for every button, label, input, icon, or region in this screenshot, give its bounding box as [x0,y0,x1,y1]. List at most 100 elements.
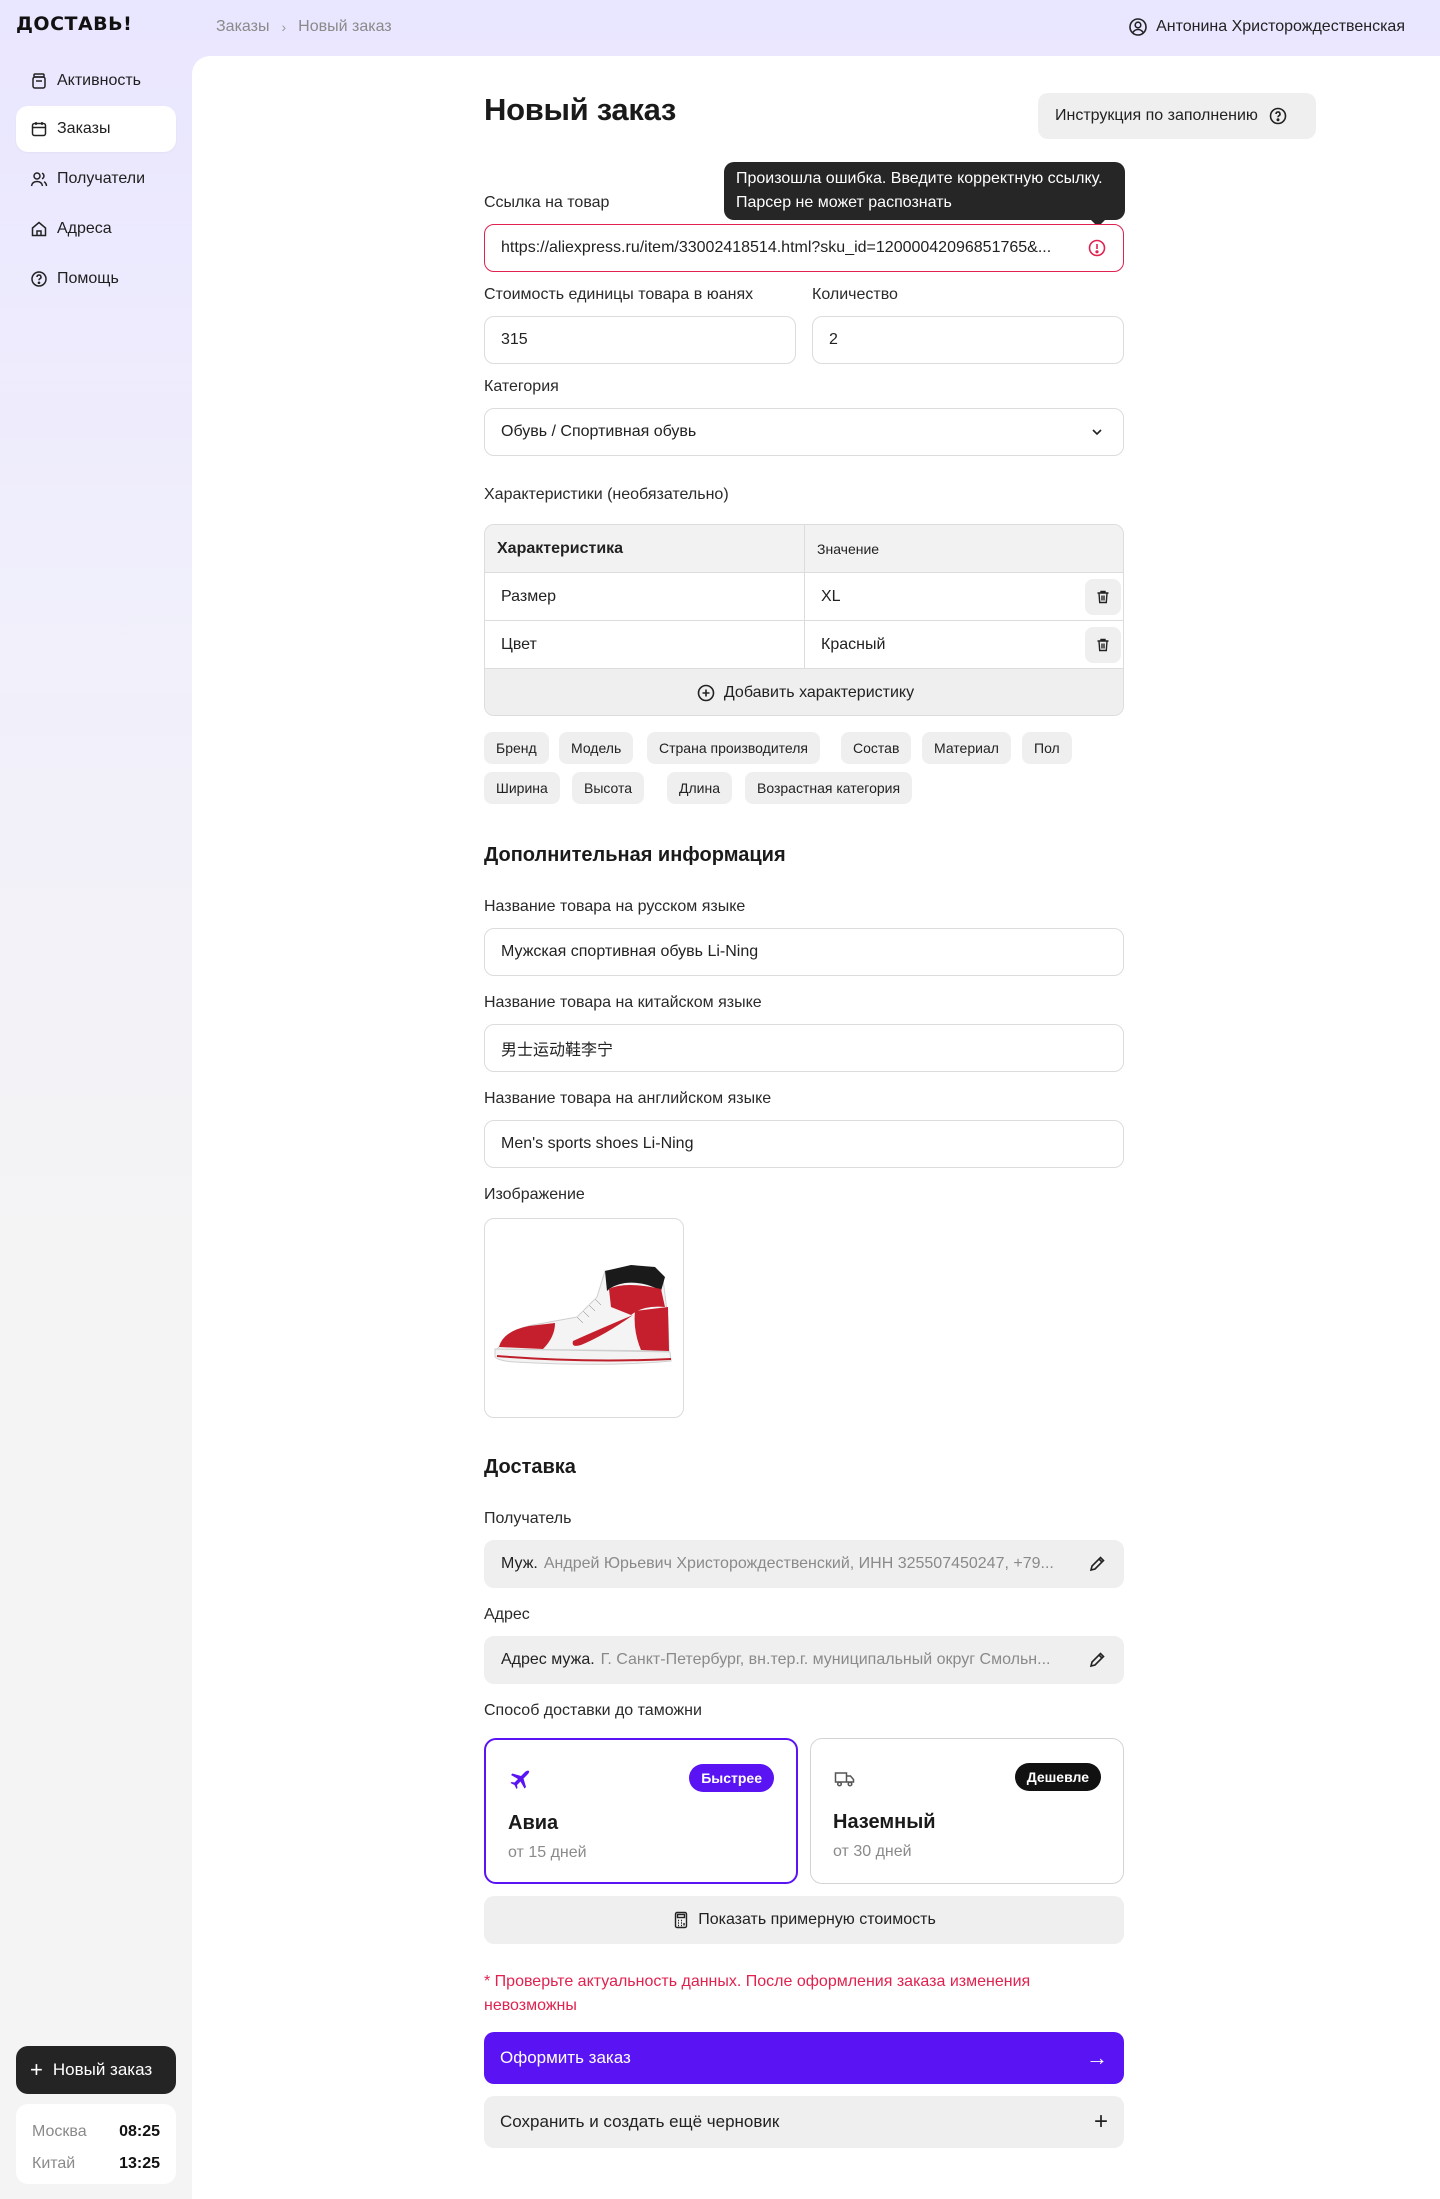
extra-info-heading: Дополнительная информация [484,844,786,866]
price-input[interactable]: 315 [484,316,796,364]
recipient-field[interactable]: Муж. Андрей Юрьевич Христорождественский… [484,1540,1124,1588]
sidebar-item-orders[interactable]: Заказы [16,106,176,152]
sidebar-item-help[interactable]: Помощь [16,256,176,302]
sidebar-item-recipients[interactable]: Получатели [16,156,176,202]
instructions-button[interactable]: Инструкция по заполнению [1038,93,1316,139]
price-label: Стоимость единицы товара в юанях [484,286,754,303]
category-select[interactable]: Обувь / Спортивная обувь [484,408,1124,456]
suggestion-chip[interactable]: Ширина [484,772,560,804]
delivery-method-label: Способ доставки до таможни [484,1702,702,1719]
name-cn-value: 男士运动鞋李宁 [501,1042,614,1059]
sidebar-item-label: Помощь [57,270,119,287]
product-url-value: https://aliexpress.ru/item/33002418514.h… [501,239,1052,256]
characteristic-name[interactable]: Размер [501,573,556,621]
suggestion-chip[interactable]: Высота [572,772,645,804]
trash-icon [1097,590,1109,604]
clock-time: 08:25 [119,2123,160,2140]
instructions-label: Инструкция по заполнению [1055,107,1258,124]
user-circle-icon [1129,18,1147,36]
app-logo[interactable]: ДОСТАВЬ! [16,13,132,35]
name-en-input[interactable]: Men's sports shoes Li-Ning [484,1120,1124,1168]
suggestion-chip[interactable]: Бренд [484,732,549,764]
recipient-prefix: Муж. [501,1555,538,1572]
plus-icon: + [1093,2108,1108,2135]
chevron-down-icon [1092,429,1102,436]
plus-circle-icon [697,684,715,702]
quantity-label: Количество [812,286,898,303]
name-cn-input[interactable]: 男士运动鞋李宁 [484,1024,1124,1072]
home-icon [31,221,47,237]
estimate-cost-button[interactable]: Показать примерную стоимость [484,1896,1124,1944]
name-ru-value: Мужская спортивная обувь Li-Ning [501,943,759,960]
error-icon [1088,239,1106,257]
clock-time: 13:25 [119,2155,160,2172]
name-ru-label: Название товара на русском языке [484,898,746,915]
sidebar-item-label: Получатели [57,170,146,187]
breadcrumb-orders[interactable]: Заказы [216,18,269,36]
delivery-option-title: Наземный [833,1811,936,1833]
sidebar-item-label: Активность [57,72,142,89]
sidebar-item-label: Заказы [57,120,111,137]
sidebar-item-activity[interactable]: Активность [16,58,176,104]
delivery-option-title: Авиа [508,1812,559,1834]
suggestion-chip[interactable]: Состав [841,732,912,764]
column-header-value: Значение [817,541,880,557]
sidebar-item-addresses[interactable]: Адреса [16,206,176,252]
add-characteristic-label: Добавить характеристику [723,684,915,701]
delivery-heading: Доставка [484,1456,576,1478]
top-bar: ДОСТАВЬ! Заказы › Новый заказ Антонина Х… [0,0,1440,56]
user-menu[interactable]: Антонина Христорождественская [1128,17,1405,37]
name-ru-input[interactable]: Мужская спортивная обувь Li-Ning [484,928,1124,976]
sidebar-item-label: Адреса [57,220,112,237]
product-url-input[interactable]: https://aliexpress.ru/item/33002418514.h… [484,224,1124,272]
address-value: Г. Санкт-Петербург, вн.тер.г. муниципаль… [600,1651,1051,1668]
suggestion-chip[interactable]: Возрастная категория [745,772,913,804]
clock-row: Москва 08:25 [32,2116,160,2148]
delivery-option-ground[interactable]: Дешевле Наземный от 30 дней [810,1738,1124,1884]
warning-text: * Проверьте актуальность данных. После о… [484,1973,1031,2014]
users-icon [30,172,48,187]
sidebar: Активность Заказы Получатели Адреса Помо… [0,56,192,2199]
submit-order-button[interactable]: Оформить заказ → [484,2032,1124,2084]
suggestion-chip[interactable]: Материал [922,732,1011,764]
address-label: Адрес [484,1606,530,1623]
save-draft-button[interactable]: Сохранить и создать ещё черновик + [484,2096,1124,2148]
clock-city: Китай [32,2155,76,2172]
product-image[interactable] [484,1218,684,1418]
delivery-option-duration: от 15 дней [508,1844,587,1861]
suggestion-chip[interactable]: Длина [667,772,732,804]
delete-row-button[interactable] [1085,579,1121,615]
url-label: Ссылка на товар [484,194,610,211]
estimate-cost-label: Показать примерную стоимость [698,1911,936,1928]
characteristic-value[interactable]: XL [821,573,841,621]
clock-row: Китай 13:25 [32,2148,160,2180]
pencil-icon[interactable] [1087,1650,1107,1670]
name-cn-label: Название товара на китайском языке [484,994,762,1011]
suggestion-chip[interactable]: Пол [1022,732,1072,764]
delivery-option-air[interactable]: Быстрее Авиа от 15 дней [484,1738,798,1884]
suggestion-chip[interactable]: Страна производителя [647,732,820,764]
pencil-icon[interactable] [1087,1554,1107,1574]
table-row: Цвет Красный [485,621,1123,669]
quantity-input[interactable]: 2 [812,316,1124,364]
add-characteristic-button[interactable]: Добавить характеристику [485,669,1123,715]
new-order-button[interactable]: + Новый заказ [16,2046,176,2094]
characteristic-value[interactable]: Красный [821,621,885,669]
plus-icon: + [30,2057,43,2082]
characteristic-name[interactable]: Цвет [501,621,537,669]
price-value: 315 [501,331,528,348]
arrow-right-icon: → [1086,2045,1108,2070]
truck-icon [834,1772,855,1787]
address-field[interactable]: Адрес мужа. Г. Санкт-Петербург, вн.тер.г… [484,1636,1124,1684]
table-row: Размер XL [485,573,1123,621]
jar-icon [32,73,46,89]
submit-order-label: Оформить заказ [500,2048,631,2067]
delete-row-button[interactable] [1085,627,1121,663]
address-prefix: Адрес мужа. [501,1651,595,1668]
clock-city: Москва [32,2123,87,2140]
suggestion-chip[interactable]: Модель [559,732,634,764]
badge-cheaper: Дешевле [1014,1763,1101,1791]
save-draft-label: Сохранить и создать ещё черновик [500,2112,780,2131]
name-en-value: Men's sports shoes Li-Ning [501,1135,694,1152]
sneaker-image [494,1265,672,1365]
